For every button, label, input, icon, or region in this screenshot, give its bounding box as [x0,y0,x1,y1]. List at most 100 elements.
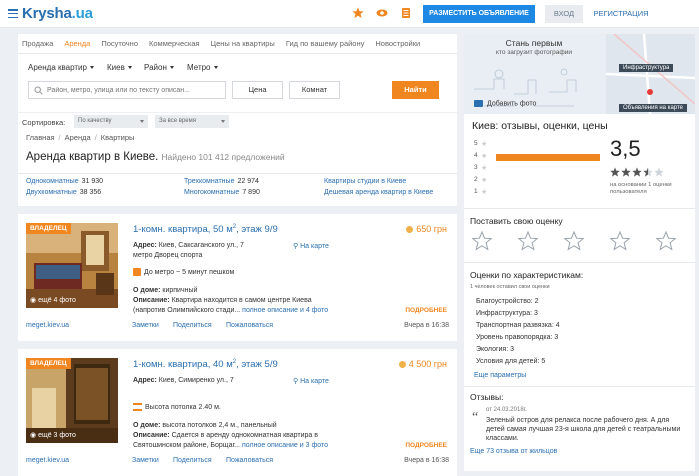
more-parameters-link[interactable]: Еще параметры [474,372,526,379]
star-icon: ★ [481,165,488,172]
share-link[interactable]: Поделиться [173,457,212,464]
menu-icon[interactable] [8,9,18,19]
section-gap [18,206,457,214]
nav-item-daily[interactable]: Посуточно [101,34,138,53]
star-icon[interactable] [352,7,364,19]
breadcrumb-apartments: Квартиры [100,133,135,142]
more-reviews-link[interactable]: Еще 73 отзыва от жильцов [470,448,557,455]
stat-studio-link[interactable]: Квартиры студии в Киеве [324,178,406,185]
map-link[interactable]: ⚲ На карте [293,377,329,385]
divider [464,386,695,387]
nav-item-commercial[interactable]: Коммерческая [149,34,200,53]
listing-desc: Описание: Квартира находится в самом цен… [133,297,312,304]
rating-bar-row: 1 ★ [474,188,487,198]
more-photos[interactable]: ◉ ещё 3 фото [30,431,76,439]
price-button[interactable]: Цена [232,81,283,99]
sort-period-select[interactable]: За все время [155,115,229,128]
notes-link[interactable]: Заметки [132,457,159,464]
listing-title[interactable]: 1-комн. квартира, 50 м2, этаж 9/9 [133,224,278,235]
report-link[interactable]: Пожаловаться [226,457,273,464]
login-button[interactable]: ВХОД [545,5,583,23]
details-link[interactable]: ПОДРОБНЕЕ [405,442,447,449]
rooms-button[interactable]: Комнат [289,81,340,99]
city-select[interactable]: Киев [107,63,132,72]
infrastructure-chip[interactable]: Инфраструктура [619,64,674,72]
rate-star-2-icon[interactable] [518,231,538,251]
notes-link[interactable]: Заметки [132,322,159,329]
map-link-label: На карте [300,378,329,385]
stat-label: Однокомнатные [26,178,79,185]
star-icon: ★ [481,189,488,196]
full-desc-link[interactable]: полное описание и 4 фото [242,307,328,314]
site-logo[interactable]: Krysha.ua [22,5,93,22]
stat-multiroom[interactable]: Многокомнатные 7 890 [184,189,260,196]
nav-item-prices[interactable]: Цены на квартиры [211,34,275,53]
listing-date: Вчера в 16:38 [404,457,449,464]
search-box[interactable] [28,81,226,99]
rate-star-1-icon[interactable] [472,231,492,251]
rate-star-5-icon[interactable] [656,231,676,251]
address-label: Адрес: [133,242,157,249]
map-listings-chip[interactable]: Объявления на карте [619,104,688,112]
stat-1room[interactable]: Однокомнатные 31 930 [26,178,103,185]
room-stats: Однокомнатные 31 930 Двухкомнатные 38 356 … [26,178,446,202]
rate-star-4-icon[interactable] [610,231,630,251]
more-photos[interactable]: ◉ ещё 4 фото [30,296,76,304]
reviews-sidebar: Стань первым кто загрузит фотографии Инф… [464,34,695,471]
source-site-link[interactable]: meget.kiev.ua [26,457,69,464]
rate-star-3-icon[interactable] [564,231,584,251]
rating-bar-row: 3 ★ [474,164,487,174]
eye-icon[interactable] [376,7,388,19]
register-button[interactable]: РЕГИСТРАЦИЯ [590,5,652,23]
camera-icon: ◉ [30,432,37,439]
source-site-link[interactable]: meget.kiev.ua [26,322,69,329]
stat-2room[interactable]: Двухкомнатные 38 356 [26,189,101,196]
banner-subtitle: кто загрузит фотографии [496,49,572,56]
listing-desc: Описание: Сдается в аренду однокомнатная… [133,432,318,439]
map-link[interactable]: ⚲ На карте [293,242,329,250]
report-link[interactable]: Пожаловаться [226,322,273,329]
listing-photo[interactable]: ВЛАДЕЛЕЦ ◉ ещё 3 фото [26,358,118,443]
stat-3room[interactable]: Трехкомнатные 22 974 [184,178,259,185]
map-pin-icon: ⚲ [293,378,299,385]
find-button[interactable]: Найти [392,81,439,99]
details-link[interactable]: ПОДРОБНЕЕ [405,307,447,314]
share-link[interactable]: Поделиться [173,322,212,329]
listing-desc-cont: (напротив Олимпийского стади... полное о… [133,307,328,314]
characteristic-row: Инфраструктура: 3 [476,310,538,317]
rating-bar-label: 1 [474,188,478,195]
nav-item-sale[interactable]: Продажа [22,34,53,53]
characteristic-row: Уровень правопорядка: 3 [476,334,559,341]
star-icon: ★ [481,153,488,160]
add-photo-button[interactable]: Добавить фото [474,100,536,107]
nav-item-rent[interactable]: Аренда [64,34,90,53]
listing-house: О доме: кирпичный [133,287,197,294]
characteristics-subtitle: 1 человек оставил свои оценки [470,284,550,290]
search-input[interactable] [47,84,223,96]
metro-select[interactable]: Метро [187,63,218,72]
sort-order-select[interactable]: По качеству [74,115,148,128]
breadcrumb: Главная / Аренда / Квартиры [26,133,134,142]
results-count: Найдено 101 412 предложений [161,152,285,162]
notes-icon[interactable] [400,7,412,19]
type-select[interactable]: Аренда квартир [28,63,94,72]
owner-badge: ВЛАДЕЛЕЦ [26,358,71,369]
listing-title[interactable]: 1-комн. квартира, 40 м2, этаж 5/9 [133,359,278,370]
nav-item-newbuilds[interactable]: Новостройки [375,34,420,53]
stat-cheap-link[interactable]: Дешевая аренда квартир в Киеве [324,189,433,196]
desc-text: Сдается в аренду однокомнатная квартира … [171,432,318,439]
coin-icon [406,226,414,234]
chevron-down-icon [140,120,144,123]
post-ad-button[interactable]: РАЗМЕСТИТЬ ОБЪЯВЛЕНИЕ [423,5,535,23]
listing-photo[interactable]: ВЛАДЕЛЕЦ ◉ ещё 4 фото [26,223,118,308]
chevron-down-icon [169,66,174,70]
district-select[interactable]: Район [144,63,174,72]
breadcrumb-home[interactable]: Главная [26,133,55,142]
full-desc-link[interactable]: полное описание и 3 фото [242,442,328,449]
breadcrumb-separator: / [94,133,97,142]
stat-count: 38 356 [79,189,102,196]
stat-count: 31 930 [81,178,104,185]
map-banner[interactable]: Стань первым кто загрузит фотографии Инф… [464,34,695,114]
breadcrumb-rent[interactable]: Аренда [65,133,91,142]
nav-item-guide[interactable]: Гид по вашему району [286,34,365,53]
